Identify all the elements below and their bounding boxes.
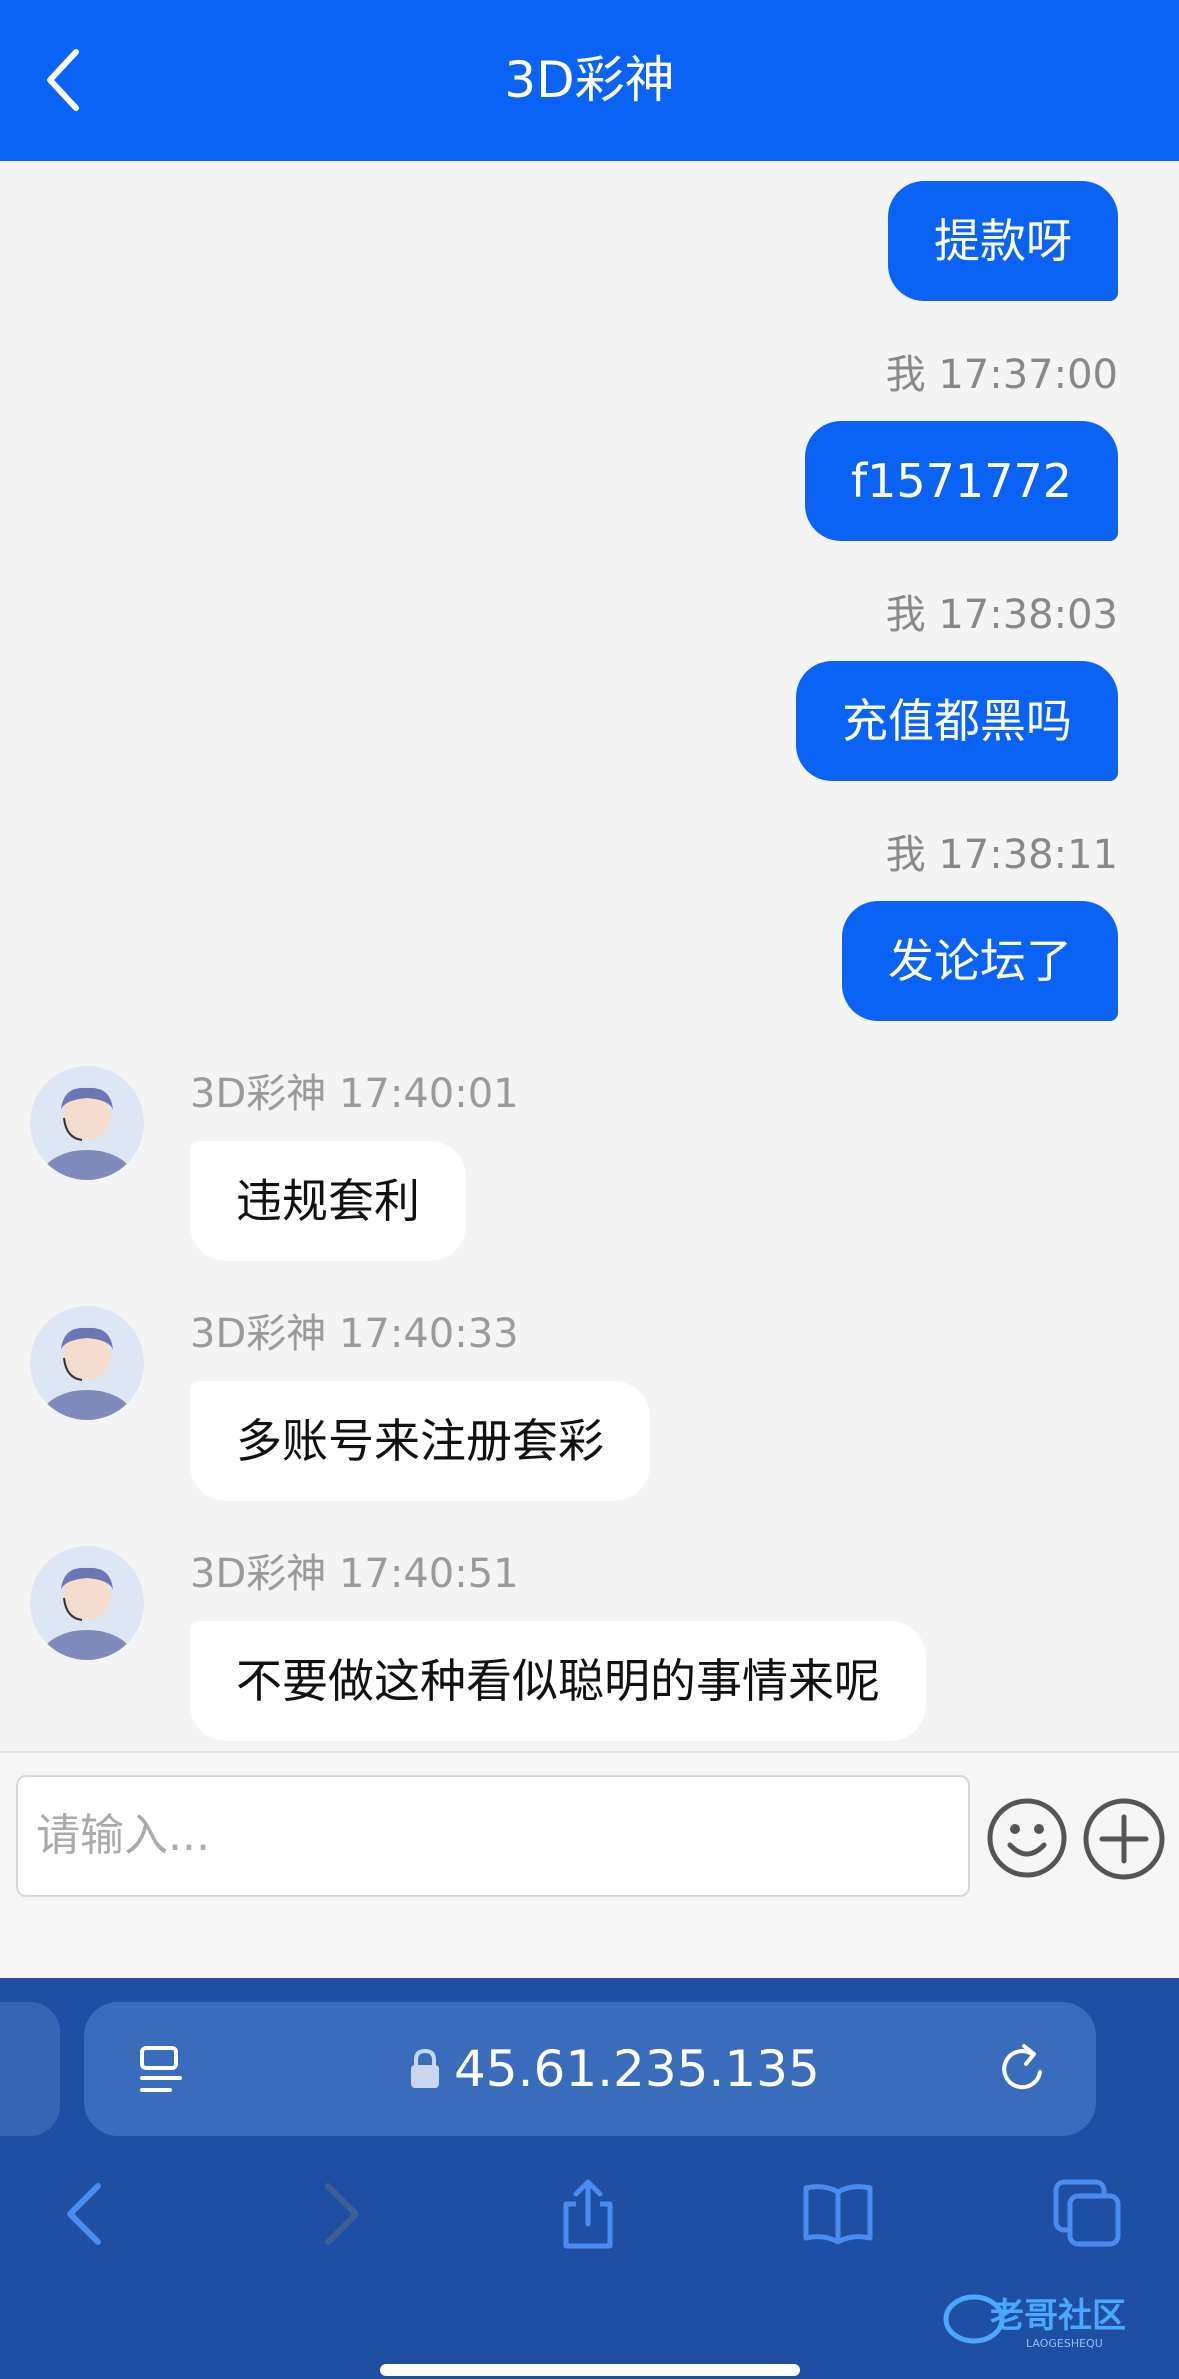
message-meta: 我 17:37:00 — [885, 352, 1118, 398]
message-meta: 3D彩神 17:40:33 — [190, 1311, 519, 1357]
smiley-icon — [987, 1798, 1067, 1878]
avatar[interactable] — [30, 1546, 144, 1660]
message-list[interactable]: 提款呀 我 17:37:00 f1571772 我 17:38:03 充值都黑吗… — [0, 161, 1179, 1751]
reader-mode-button[interactable] — [132, 2040, 192, 2100]
message-bubble-sent: f1571772 — [804, 421, 1118, 541]
chevron-left-icon — [67, 2183, 101, 2245]
avatar[interactable] — [30, 1306, 144, 1420]
share-button[interactable] — [548, 2174, 628, 2254]
plus-circle-icon — [1083, 1798, 1165, 1880]
message-bubble-received: 不要做这种看似聪明的事情来呢 — [190, 1621, 926, 1741]
reload-icon — [1002, 2044, 1042, 2090]
home-indicator — [380, 2364, 800, 2376]
previous-tab-preview[interactable] — [0, 2002, 60, 2136]
composer: 请输入... — [0, 1751, 1179, 1978]
lock-icon — [408, 2048, 442, 2090]
message-input[interactable]: 请输入... — [16, 1775, 970, 1897]
agent-avatar-icon — [41, 1327, 133, 1420]
message-meta: 我 17:38:11 — [885, 832, 1118, 878]
emoji-button[interactable] — [986, 1797, 1068, 1879]
reload-button[interactable] — [992, 2038, 1054, 2100]
message-bubble-sent: 提款呀 — [888, 181, 1118, 301]
page-menu-icon — [140, 2046, 182, 2092]
browser-forward-button[interactable] — [300, 2174, 380, 2254]
svg-text:老哥社区: 老哥社区 — [990, 2296, 1126, 2336]
message-bubble-received: 违规套利 — [190, 1141, 466, 1261]
message-bubble-received: 多账号来注册套彩 — [190, 1381, 650, 1501]
message-bubble-sent: 发论坛了 — [842, 901, 1118, 1021]
browser-back-button[interactable] — [46, 2174, 126, 2254]
agent-avatar-icon — [41, 1567, 133, 1660]
bookmarks-button[interactable] — [798, 2174, 878, 2254]
message-meta: 我 17:38:03 — [885, 592, 1118, 638]
message-meta: 3D彩神 17:40:01 — [190, 1071, 519, 1117]
add-attachment-button[interactable] — [1082, 1797, 1166, 1881]
svg-text:LAOGESHEQU: LAOGESHEQU — [1026, 2337, 1103, 2350]
url-text: 45.61.235.135 — [454, 2040, 820, 2098]
share-icon — [563, 2179, 613, 2249]
address-bar[interactable]: 45.61.235.135 — [84, 2002, 1096, 2136]
page-title: 3D彩神 — [504, 51, 675, 109]
message-meta: 3D彩神 17:40:51 — [190, 1551, 519, 1597]
tabs-button[interactable] — [1048, 2174, 1128, 2254]
message-bubble-sent: 充值都黑吗 — [796, 661, 1118, 781]
watermark-logo: 老哥社区 LAOGESHEQU — [940, 2285, 1160, 2355]
agent-avatar-icon — [41, 1087, 133, 1180]
chat-header: 3D彩神 — [0, 0, 1179, 161]
tabs-icon — [1053, 2179, 1121, 2247]
avatar[interactable] — [30, 1066, 144, 1180]
book-icon — [803, 2184, 873, 2245]
chevron-right-icon — [325, 2183, 359, 2245]
